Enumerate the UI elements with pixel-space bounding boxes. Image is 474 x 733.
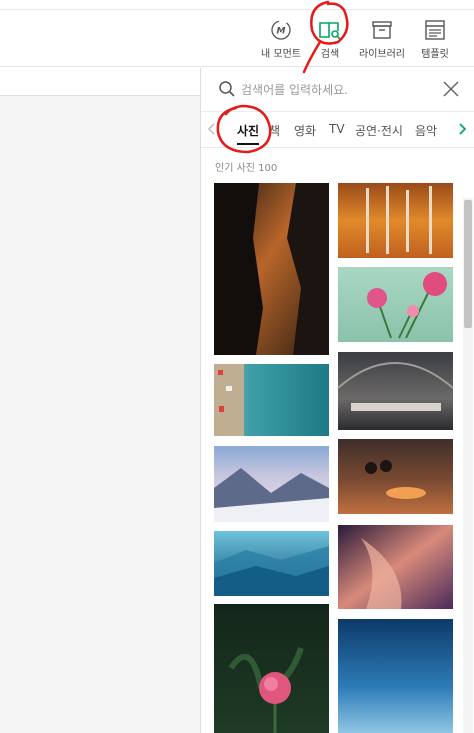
photo-campfire-night[interactable] xyxy=(338,439,453,514)
template-button[interactable]: 템플릿 xyxy=(407,19,463,60)
photo-grid xyxy=(214,183,454,733)
scrollbar-thumb[interactable] xyxy=(464,200,472,328)
library-label: 라이브러리 xyxy=(359,49,405,60)
scrollbar[interactable] xyxy=(463,198,473,733)
template-label: 템플릿 xyxy=(421,49,449,60)
search-panel: 사진 책 영화 TV 공연·전시 음악 인기 사진 100 xyxy=(200,68,474,733)
my-moment-button[interactable]: M 내 모먼트 xyxy=(253,19,309,60)
svg-text:M: M xyxy=(277,27,286,37)
my-moment-label: 내 모먼트 xyxy=(261,49,301,60)
search-tool-button[interactable]: 검색 xyxy=(302,19,358,60)
top-toolbar: M 내 모먼트 검색 라이브러리 템플릿 xyxy=(0,11,474,67)
moment-m-icon: M xyxy=(271,20,291,40)
top-strip xyxy=(0,0,474,10)
photo-railway-station[interactable] xyxy=(337,352,454,430)
photo-slot-canyon[interactable] xyxy=(338,525,453,609)
photo-misty-mountains[interactable] xyxy=(214,531,329,596)
photo-canyon-climber[interactable] xyxy=(214,183,329,355)
editor-area xyxy=(0,68,200,733)
template-icon xyxy=(425,20,445,40)
photo-blue-sky[interactable] xyxy=(338,619,453,733)
photo-aerial-beach[interactable] xyxy=(214,364,329,436)
search-tool-label: 검색 xyxy=(320,49,340,60)
book-search-icon xyxy=(319,22,341,40)
photo-snowy-mountains[interactable] xyxy=(214,446,329,522)
photo-pink-peony[interactable] xyxy=(214,604,329,733)
editor-top-bar xyxy=(0,68,200,96)
photo-pink-flowers[interactable] xyxy=(338,267,453,342)
library-button[interactable]: 라이브러리 xyxy=(354,19,410,60)
photo-autumn-forest[interactable] xyxy=(338,183,453,258)
archive-box-icon xyxy=(372,21,392,39)
